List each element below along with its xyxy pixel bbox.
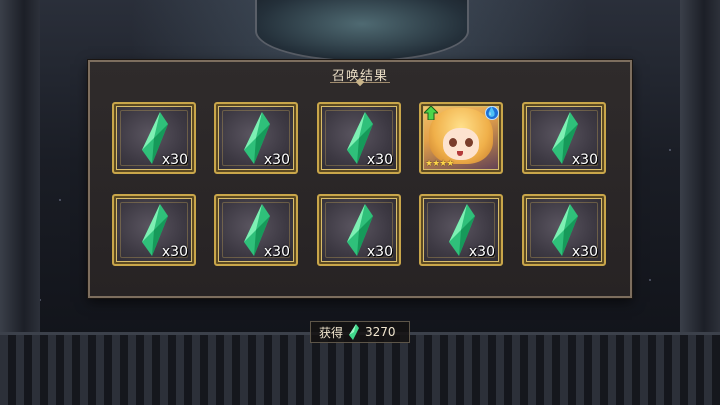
reward-card-crystal[interactable]: x30 bbox=[112, 194, 196, 266]
obtained-summary: 获得 3270 bbox=[310, 321, 410, 343]
character-eye bbox=[449, 138, 457, 147]
reward-quantity: x30 bbox=[366, 244, 393, 260]
reward-card-crystal[interactable]: x30 bbox=[112, 102, 196, 174]
obtained-label: 获得 bbox=[319, 325, 344, 340]
up-arrow-icon bbox=[424, 106, 438, 120]
reward-quantity: x30 bbox=[161, 244, 188, 260]
summon-results-panel: 召唤结果 x30 x30 x30 💧 ★★★★ x30 x30 x30 x30 … bbox=[88, 60, 632, 298]
reward-quantity: x30 bbox=[366, 152, 393, 168]
reward-quantity: x30 bbox=[263, 152, 290, 168]
reward-quantity: x30 bbox=[571, 152, 598, 168]
character-eye bbox=[465, 138, 473, 147]
rarity-stars: ★★★★ bbox=[425, 159, 454, 169]
reward-card-crystal[interactable]: x30 bbox=[419, 194, 503, 266]
reward-quantity: x30 bbox=[571, 244, 598, 260]
green-crystal-icon bbox=[349, 324, 360, 340]
reward-card-crystal[interactable]: x30 bbox=[317, 102, 401, 174]
reward-quantity: x30 bbox=[161, 152, 188, 168]
title-ornament bbox=[330, 82, 390, 87]
reward-card-crystal[interactable]: x30 bbox=[522, 194, 606, 266]
reward-card-crystal[interactable]: x30 bbox=[214, 194, 298, 266]
reward-quantity: x30 bbox=[263, 244, 290, 260]
reward-quantity: x30 bbox=[468, 244, 495, 260]
dome-window bbox=[255, 0, 469, 62]
obtained-value: 3270 bbox=[365, 325, 396, 339]
reward-card-crystal[interactable]: x30 bbox=[522, 102, 606, 174]
reward-card-crystal[interactable]: x30 bbox=[317, 194, 401, 266]
reward-card-crystal[interactable]: x30 bbox=[214, 102, 298, 174]
water-drop-icon: 💧 bbox=[485, 106, 499, 120]
reward-card-character[interactable]: 💧 ★★★★ bbox=[419, 102, 503, 174]
